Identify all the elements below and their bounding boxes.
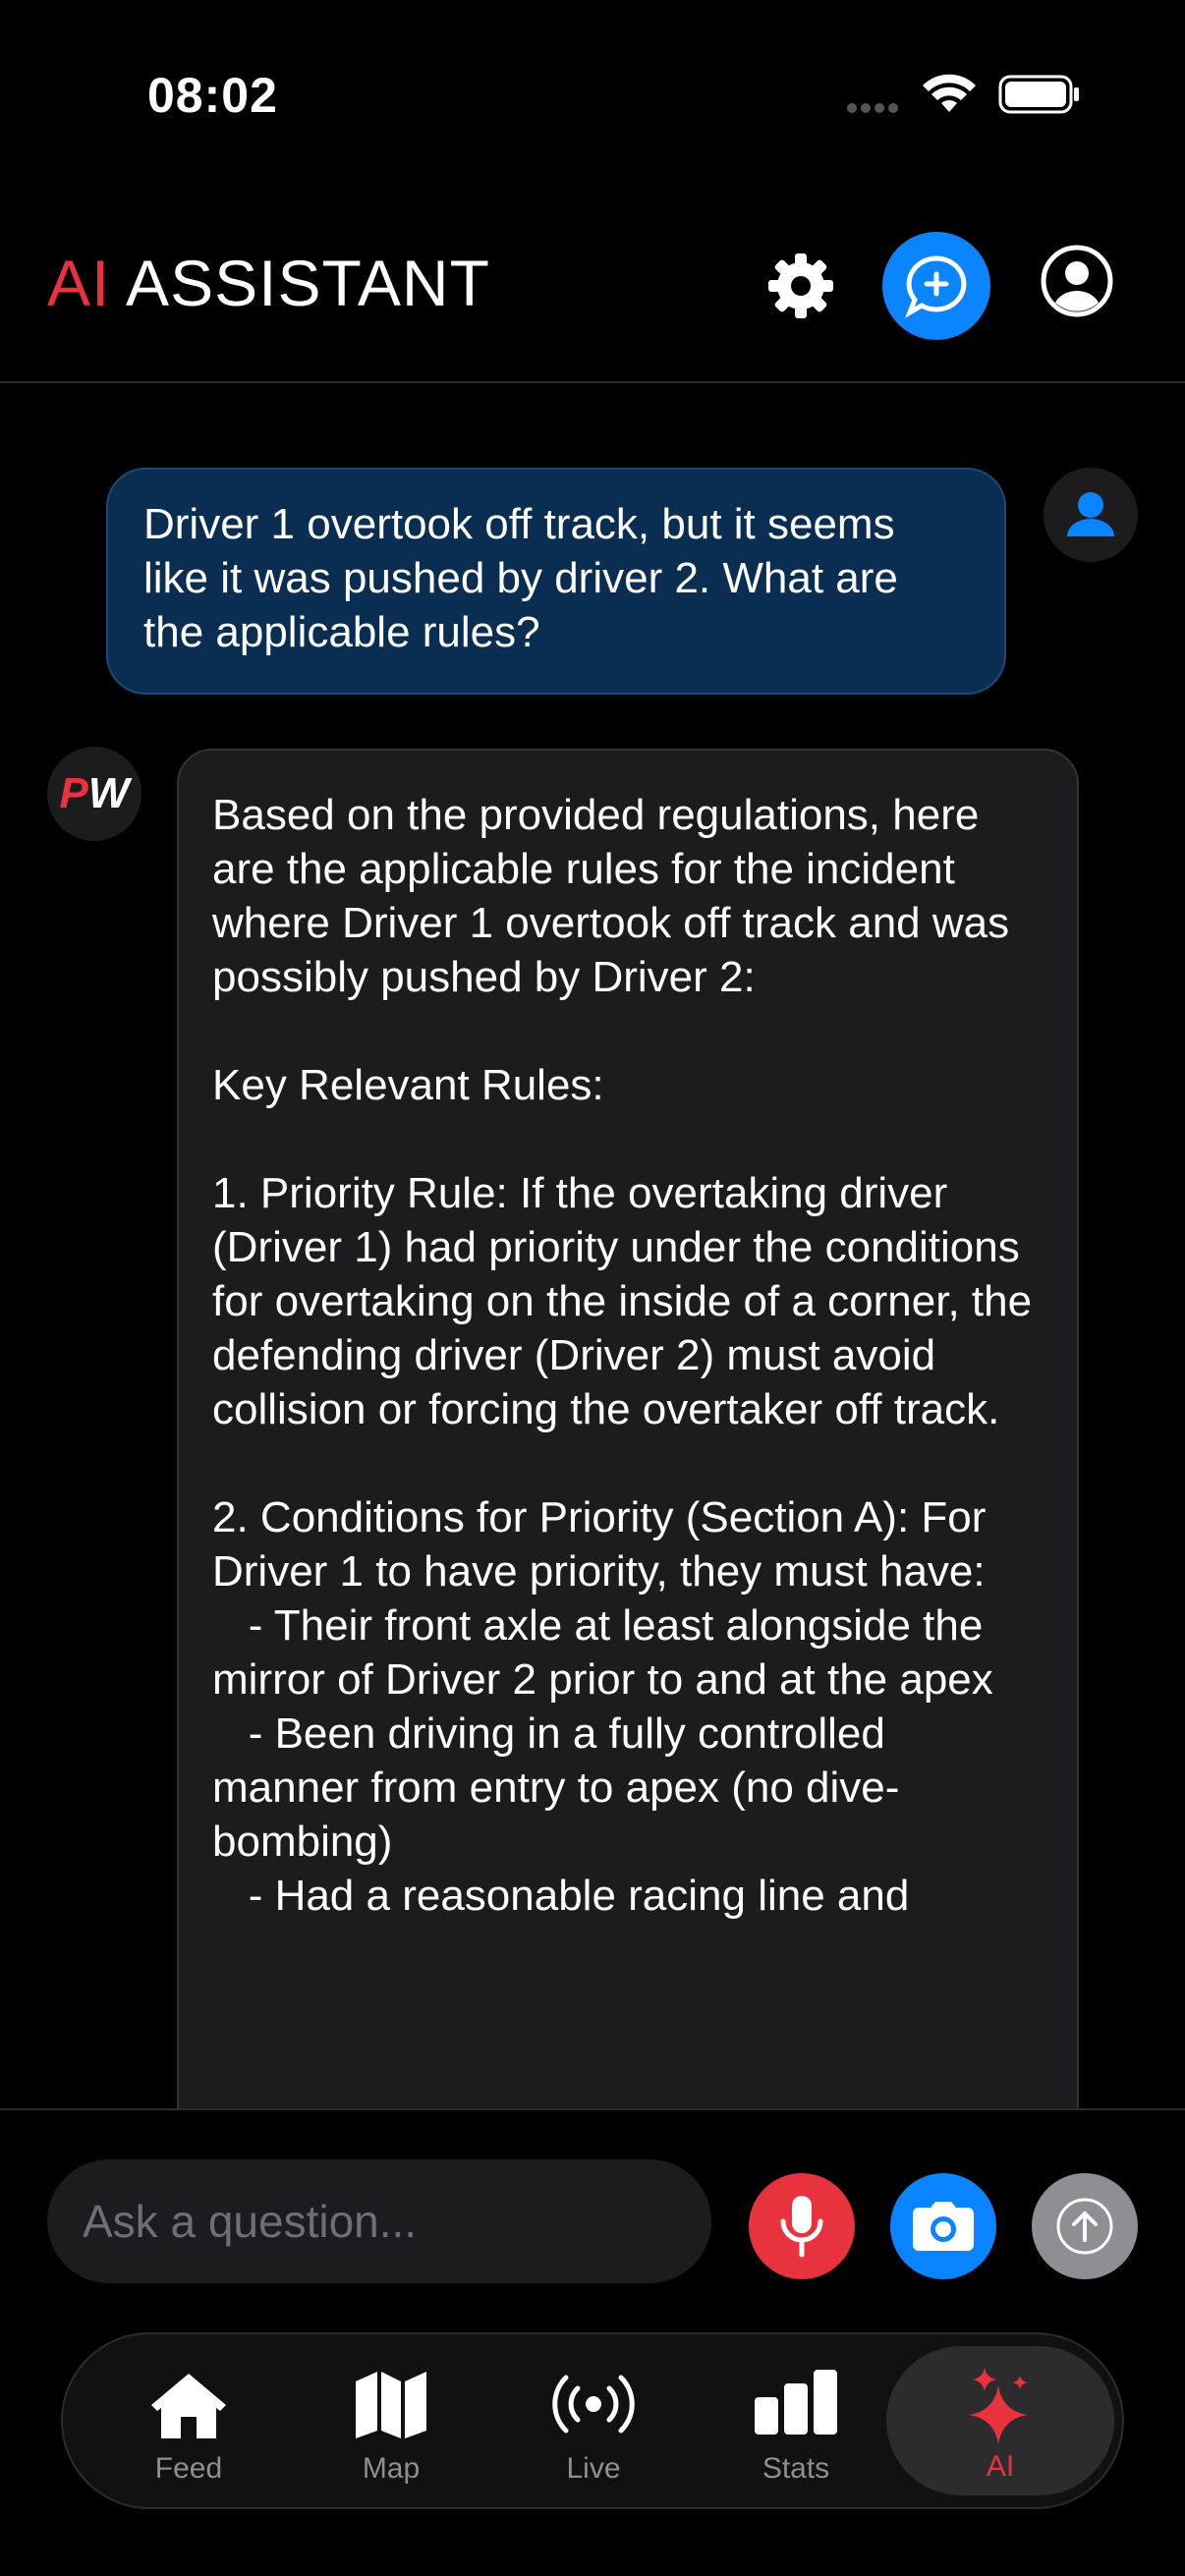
- bar-chart-icon: [755, 2370, 837, 2435]
- app-header: AI ASSISTANT: [0, 187, 1185, 383]
- status-bar: 08:02: [0, 0, 1185, 187]
- tab-map[interactable]: Map: [293, 2334, 489, 2507]
- tab-ai[interactable]: AI: [886, 2346, 1114, 2495]
- microphone-button[interactable]: [749, 2173, 855, 2279]
- wifi-icon: [923, 74, 976, 112]
- tab-bar: Feed Map Live Stats AI: [61, 2332, 1124, 2509]
- house-icon: [151, 2374, 226, 2438]
- profile-icon[interactable]: [1040, 244, 1114, 318]
- tab-feed[interactable]: Feed: [90, 2334, 287, 2507]
- sparkles-icon: [969, 2368, 1028, 2444]
- cellular-signal-icon: [847, 100, 902, 118]
- battery-icon: [998, 75, 1079, 114]
- new-chat-button[interactable]: [882, 232, 990, 340]
- assistant-message-bubble: Based on the provided regulations, here …: [177, 749, 1079, 2108]
- map-icon: [356, 2372, 426, 2438]
- page-title: AI ASSISTANT: [47, 246, 490, 320]
- tab-label: AI: [986, 2450, 1015, 2483]
- gear-icon[interactable]: [764, 250, 837, 322]
- title-rest: ASSISTANT: [110, 247, 490, 319]
- send-button[interactable]: [1032, 2173, 1138, 2279]
- camera-icon: [913, 2202, 974, 2251]
- bot-avatar-p: P: [59, 769, 88, 817]
- chat-area[interactable]: Driver 1 overtook off track, but it seem…: [0, 383, 1185, 2108]
- user-message-bubble: Driver 1 overtook off track, but it seem…: [106, 468, 1006, 695]
- status-time: 08:02: [147, 68, 278, 123]
- tab-label: Stats: [762, 2452, 830, 2485]
- tab-live[interactable]: Live: [495, 2334, 692, 2507]
- bot-avatar-w: W: [87, 769, 130, 817]
- title-accent: AI: [47, 247, 111, 319]
- user-avatar: [1044, 468, 1138, 562]
- tab-label: Feed: [154, 2452, 223, 2485]
- arrow-up-icon: [1056, 2198, 1113, 2255]
- tab-label: Map: [362, 2452, 421, 2485]
- chat-plus-icon: [905, 255, 967, 318]
- tab-stats[interactable]: Stats: [698, 2334, 894, 2507]
- bot-avatar: PW: [47, 747, 141, 841]
- question-input[interactable]: [47, 2159, 711, 2283]
- tab-label: Live: [566, 2452, 621, 2485]
- camera-button[interactable]: [890, 2173, 996, 2279]
- person-icon: [1067, 492, 1114, 536]
- microphone-icon: [780, 2196, 823, 2258]
- broadcast-icon: [552, 2375, 635, 2434]
